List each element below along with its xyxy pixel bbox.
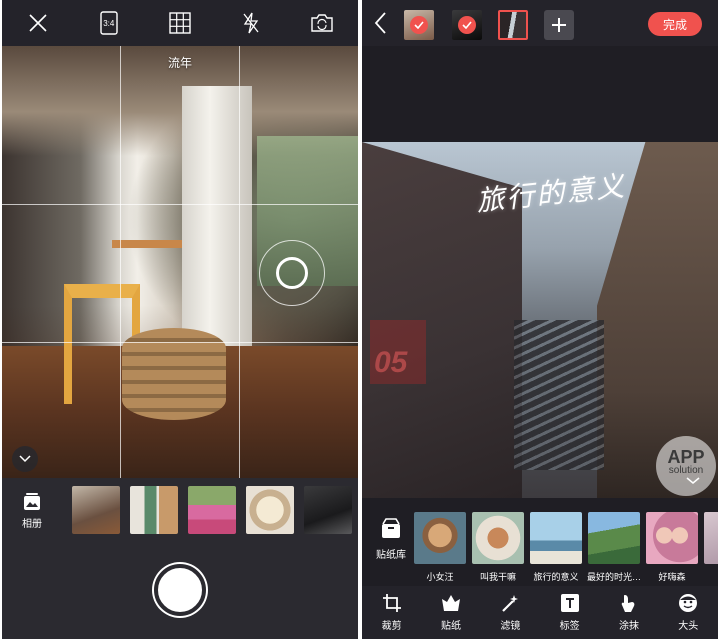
sticker-thumbnail [704, 512, 718, 564]
edit-tool-bar: 裁剪 贴纸 滤镜 标签 涂抹 大头 [362, 586, 718, 639]
sticker-library-button[interactable]: 贴纸库 [370, 518, 412, 574]
shutter-button[interactable] [154, 564, 206, 616]
bighead-icon [679, 594, 698, 612]
sticker-label: 小女汪 [426, 572, 454, 582]
camera-viewfinder[interactable]: 流年 [2, 46, 358, 478]
recent-photo-thumbnail[interactable] [304, 486, 352, 534]
sticker-label: 不要 [701, 570, 718, 583]
sticker-thumbnail [646, 512, 698, 564]
chevron-down-icon [686, 477, 700, 484]
sticker-panel: 贴纸库 小女汪 叫我干嘛 旅行的意义 最好的时光… 好嗨森 [362, 506, 718, 586]
edit-photo-canvas[interactable]: 05 旅行的意义 APP solution [362, 142, 718, 498]
tool-label: 贴纸 [440, 621, 461, 632]
add-photo-button[interactable] [544, 10, 574, 40]
tool-sticker[interactable]: 贴纸 [426, 593, 476, 632]
tool-smudge[interactable]: 涂抹 [604, 593, 654, 632]
selected-photo-thumbnail[interactable] [452, 10, 482, 40]
grid-line [120, 46, 121, 478]
shutter-area [2, 542, 358, 639]
sticker-thumbnail [588, 512, 640, 564]
album-bar: 相册 [2, 478, 358, 542]
selected-photo-thumbnail[interactable] [404, 10, 434, 40]
tool-label: 滤镜 [500, 621, 521, 632]
album-icon [24, 493, 40, 510]
switch-camera-button[interactable] [304, 5, 340, 41]
smudge-icon [621, 595, 635, 612]
grid-icon [169, 12, 191, 34]
focus-indicator [259, 240, 325, 306]
sticker-panel-collapse-button[interactable] [682, 470, 704, 492]
sticker-label: 旅行的意义 [533, 572, 579, 582]
tool-bighead[interactable]: 大头 [663, 593, 713, 632]
check-icon [458, 16, 476, 34]
tool-label: 涂抹 [618, 621, 639, 632]
grid-toggle-button[interactable] [162, 5, 198, 41]
grid-line [239, 46, 240, 478]
magic-wand-icon [502, 595, 519, 612]
scene-stairs [514, 320, 604, 470]
sticker-icon [441, 595, 460, 611]
filter-name-label: 流年 [167, 56, 192, 70]
recent-photo-thumbnail[interactable] [72, 486, 120, 534]
switch-camera-icon [311, 14, 334, 32]
chevron-down-icon [19, 455, 31, 463]
back-button[interactable] [374, 12, 394, 34]
focus-inner-ring [276, 257, 308, 289]
done-button[interactable]: 完成 [648, 12, 702, 36]
sticker-list: 小女汪 叫我干嘛 旅行的意义 最好的时光… 好嗨森 不要 [414, 512, 718, 583]
aspect-ratio-label: 3:4 [103, 18, 115, 28]
close-button[interactable] [20, 5, 56, 41]
aspect-ratio-button[interactable]: 3:4 [91, 5, 127, 41]
grid-line [2, 342, 358, 343]
sticker-thumbnail [472, 512, 524, 564]
chevron-left-icon [374, 12, 386, 34]
grid-line [2, 204, 358, 205]
tool-crop[interactable]: 裁剪 [367, 593, 417, 632]
sticker-item[interactable]: 好嗨森 [646, 512, 698, 583]
editor-top-bar: 完成 [362, 0, 718, 46]
sticker-library-label: 贴纸库 [376, 550, 406, 561]
album-label: 相册 [22, 519, 42, 530]
tool-tag[interactable]: 标签 [545, 593, 595, 632]
sticker-item[interactable]: 叫我干嘛 [472, 512, 524, 583]
album-button[interactable]: 相册 [10, 486, 54, 536]
recent-photo-thumbnail[interactable] [188, 486, 236, 534]
current-photo-thumbnail[interactable] [498, 10, 528, 40]
sticker-thumbnail [530, 512, 582, 564]
camera-top-bar: 3:4 [2, 0, 358, 46]
recent-photos-strip [72, 486, 352, 534]
check-icon [410, 16, 428, 34]
recent-photo-thumbnail[interactable] [130, 486, 178, 534]
camera-screen: 3:4 流年 相册 [2, 0, 358, 639]
crop-icon [382, 594, 401, 612]
collapse-button[interactable] [12, 446, 38, 472]
flash-off-icon [243, 12, 259, 34]
sticker-item[interactable]: 旅行的意义 [530, 512, 582, 583]
flash-button[interactable] [233, 5, 269, 41]
scene-table [112, 240, 182, 248]
scene-red-sign: 05 [370, 320, 426, 384]
tool-label: 标签 [559, 621, 580, 632]
plus-icon [552, 18, 566, 32]
sticker-item[interactable]: 最好的时光… [586, 512, 641, 583]
sticker-label: 叫我干嘛 [479, 572, 516, 582]
sticker-label: 好嗨森 [658, 572, 686, 582]
editor-screen: 完成 05 旅行的意义 APP solution 贴纸库 小女汪 叫我干嘛 旅行… [362, 0, 718, 639]
tool-label: 裁剪 [381, 621, 402, 632]
sticker-item[interactable]: 小女汪 [414, 512, 466, 583]
recent-photo-thumbnail[interactable] [246, 486, 294, 534]
sticker-library-icon [382, 518, 400, 538]
text-tag-icon [560, 594, 579, 612]
sticker-thumbnail [414, 512, 466, 564]
tool-filter[interactable]: 滤镜 [485, 593, 535, 632]
tool-label: 大头 [678, 621, 699, 632]
close-icon [29, 14, 47, 32]
sticker-label: 最好的时光… [586, 572, 641, 582]
sticker-overlay[interactable]: 旅行的意义 [474, 164, 628, 219]
sticker-item[interactable]: 不要 [704, 512, 718, 583]
